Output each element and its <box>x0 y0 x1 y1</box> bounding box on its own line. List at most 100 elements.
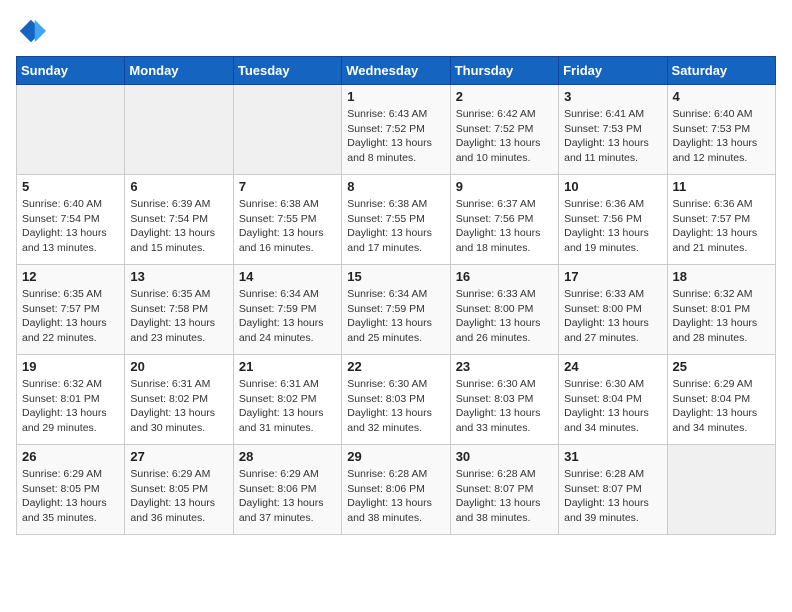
day-number: 12 <box>22 269 119 284</box>
calendar-cell <box>233 85 341 175</box>
calendar-cell: 26Sunrise: 6:29 AM Sunset: 8:05 PM Dayli… <box>17 445 125 535</box>
day-info: Sunrise: 6:32 AM Sunset: 8:01 PM Dayligh… <box>22 377 119 436</box>
day-info: Sunrise: 6:31 AM Sunset: 8:02 PM Dayligh… <box>130 377 227 436</box>
day-number: 2 <box>456 89 553 104</box>
calendar-cell <box>17 85 125 175</box>
day-info: Sunrise: 6:28 AM Sunset: 8:07 PM Dayligh… <box>564 467 661 526</box>
calendar-week-row: 1Sunrise: 6:43 AM Sunset: 7:52 PM Daylig… <box>17 85 776 175</box>
weekday-header-row: SundayMondayTuesdayWednesdayThursdayFrid… <box>17 57 776 85</box>
day-info: Sunrise: 6:29 AM Sunset: 8:04 PM Dayligh… <box>673 377 770 436</box>
calendar-week-row: 12 Sunrise: 6:35 AM Sunset: 7:57 PM Dayli… <box>17 265 776 355</box>
calendar-cell: 2 Sunrise: 6:42 AM Sunset: 7:52 PM Daylig… <box>450 85 558 175</box>
calendar-cell: 14Sunrise: 6:34 AM Sunset: 7:59 PM Dayli… <box>233 265 341 355</box>
day-number: 8 <box>347 179 444 194</box>
day-info: Sunrise: 6:30 AM Sunset: 8:04 PM Dayligh… <box>564 377 661 436</box>
day-number: 6 <box>130 179 227 194</box>
calendar-week-row: 26Sunrise: 6:29 AM Sunset: 8:05 PM Dayli… <box>17 445 776 535</box>
calendar-cell: 23Sunrise: 6:30 AM Sunset: 8:03 PM Dayli… <box>450 355 558 445</box>
calendar-week-row: 19 Sunrise: 6:32 AM Sunset: 8:01 PM Dayli… <box>17 355 776 445</box>
weekday-header: Friday <box>559 57 667 85</box>
day-info: Sunrise: 6:36 AM Sunset: 7:57 PM Dayligh… <box>673 197 770 256</box>
calendar-cell: 4Sunrise: 6:40 AM Sunset: 7:53 PM Daylig… <box>667 85 775 175</box>
day-info: Sunrise: 6:33 AM Sunset: 8:00 PM Dayligh… <box>564 287 661 346</box>
calendar-cell: 30 Sunrise: 6:28 AM Sunset: 8:07 PM Dayli… <box>450 445 558 535</box>
calendar-week-row: 5Sunrise: 6:40 AM Sunset: 7:54 PM Daylig… <box>17 175 776 265</box>
day-number: 9 <box>456 179 553 194</box>
calendar-cell: 24 Sunrise: 6:30 AM Sunset: 8:04 PM Dayli… <box>559 355 667 445</box>
day-number: 22 <box>347 359 444 374</box>
day-number: 4 <box>673 89 770 104</box>
day-number: 21 <box>239 359 336 374</box>
calendar-cell: 10 Sunrise: 6:36 AM Sunset: 7:56 PM Dayli… <box>559 175 667 265</box>
day-number: 19 <box>22 359 119 374</box>
calendar-cell: 13Sunrise: 6:35 AM Sunset: 7:58 PM Dayli… <box>125 265 233 355</box>
calendar-cell: 22 Sunrise: 6:30 AM Sunset: 8:03 PM Dayli… <box>342 355 450 445</box>
day-info: Sunrise: 6:36 AM Sunset: 7:56 PM Dayligh… <box>564 197 661 256</box>
calendar-cell: 28 Sunrise: 6:29 AM Sunset: 8:06 PM Dayli… <box>233 445 341 535</box>
day-number: 28 <box>239 449 336 464</box>
logo-icon <box>16 16 46 46</box>
calendar-cell: 11Sunrise: 6:36 AM Sunset: 7:57 PM Dayli… <box>667 175 775 265</box>
calendar-cell: 7 Sunrise: 6:38 AM Sunset: 7:55 PM Daylig… <box>233 175 341 265</box>
day-number: 17 <box>564 269 661 284</box>
page-header <box>16 16 776 46</box>
day-info: Sunrise: 6:34 AM Sunset: 7:59 PM Dayligh… <box>347 287 444 346</box>
calendar-cell: 1Sunrise: 6:43 AM Sunset: 7:52 PM Daylig… <box>342 85 450 175</box>
day-number: 25 <box>673 359 770 374</box>
day-info: Sunrise: 6:29 AM Sunset: 8:05 PM Dayligh… <box>130 467 227 526</box>
calendar-cell: 18Sunrise: 6:32 AM Sunset: 8:01 PM Dayli… <box>667 265 775 355</box>
weekday-header: Tuesday <box>233 57 341 85</box>
day-info: Sunrise: 6:38 AM Sunset: 7:55 PM Dayligh… <box>347 197 444 256</box>
day-number: 29 <box>347 449 444 464</box>
calendar-cell: 20 Sunrise: 6:31 AM Sunset: 8:02 PM Dayli… <box>125 355 233 445</box>
calendar-cell: 5Sunrise: 6:40 AM Sunset: 7:54 PM Daylig… <box>17 175 125 265</box>
day-number: 15 <box>347 269 444 284</box>
calendar-cell: 31 Sunrise: 6:28 AM Sunset: 8:07 PM Dayli… <box>559 445 667 535</box>
day-info: Sunrise: 6:38 AM Sunset: 7:55 PM Dayligh… <box>239 197 336 256</box>
day-info: Sunrise: 6:32 AM Sunset: 8:01 PM Dayligh… <box>673 287 770 346</box>
day-number: 10 <box>564 179 661 194</box>
weekday-header: Sunday <box>17 57 125 85</box>
calendar-table: SundayMondayTuesdayWednesdayThursdayFrid… <box>16 56 776 535</box>
day-number: 7 <box>239 179 336 194</box>
day-info: Sunrise: 6:31 AM Sunset: 8:02 PM Dayligh… <box>239 377 336 436</box>
calendar-cell: 15 Sunrise: 6:34 AM Sunset: 7:59 PM Dayli… <box>342 265 450 355</box>
day-info: Sunrise: 6:33 AM Sunset: 8:00 PM Dayligh… <box>456 287 553 346</box>
logo <box>16 16 50 46</box>
calendar-cell: 25 Sunrise: 6:29 AM Sunset: 8:04 PM Dayli… <box>667 355 775 445</box>
day-number: 31 <box>564 449 661 464</box>
day-info: Sunrise: 6:35 AM Sunset: 7:58 PM Dayligh… <box>130 287 227 346</box>
calendar-cell <box>667 445 775 535</box>
calendar-cell: 16 Sunrise: 6:33 AM Sunset: 8:00 PM Dayli… <box>450 265 558 355</box>
day-number: 30 <box>456 449 553 464</box>
weekday-header: Wednesday <box>342 57 450 85</box>
day-info: Sunrise: 6:28 AM Sunset: 8:06 PM Dayligh… <box>347 467 444 526</box>
day-number: 20 <box>130 359 227 374</box>
calendar-cell: 21 Sunrise: 6:31 AM Sunset: 8:02 PM Dayli… <box>233 355 341 445</box>
day-info: Sunrise: 6:29 AM Sunset: 8:05 PM Dayligh… <box>22 467 119 526</box>
calendar-cell: 6Sunrise: 6:39 AM Sunset: 7:54 PM Daylig… <box>125 175 233 265</box>
calendar-cell: 29 Sunrise: 6:28 AM Sunset: 8:06 PM Dayli… <box>342 445 450 535</box>
day-info: Sunrise: 6:37 AM Sunset: 7:56 PM Dayligh… <box>456 197 553 256</box>
calendar-cell: 12 Sunrise: 6:35 AM Sunset: 7:57 PM Dayli… <box>17 265 125 355</box>
day-info: Sunrise: 6:28 AM Sunset: 8:07 PM Dayligh… <box>456 467 553 526</box>
calendar-cell: 9 Sunrise: 6:37 AM Sunset: 7:56 PM Daylig… <box>450 175 558 265</box>
day-number: 1 <box>347 89 444 104</box>
weekday-header: Monday <box>125 57 233 85</box>
calendar-cell: 8 Sunrise: 6:38 AM Sunset: 7:55 PM Daylig… <box>342 175 450 265</box>
day-info: Sunrise: 6:35 AM Sunset: 7:57 PM Dayligh… <box>22 287 119 346</box>
calendar-cell: 27 Sunrise: 6:29 AM Sunset: 8:05 PM Dayli… <box>125 445 233 535</box>
day-info: Sunrise: 6:42 AM Sunset: 7:52 PM Dayligh… <box>456 107 553 166</box>
weekday-header: Saturday <box>667 57 775 85</box>
day-info: Sunrise: 6:40 AM Sunset: 7:54 PM Dayligh… <box>22 197 119 256</box>
calendar-cell: 17 Sunrise: 6:33 AM Sunset: 8:00 PM Dayli… <box>559 265 667 355</box>
day-info: Sunrise: 6:30 AM Sunset: 8:03 PM Dayligh… <box>347 377 444 436</box>
day-info: Sunrise: 6:29 AM Sunset: 8:06 PM Dayligh… <box>239 467 336 526</box>
day-number: 16 <box>456 269 553 284</box>
day-info: Sunrise: 6:34 AM Sunset: 7:59 PM Dayligh… <box>239 287 336 346</box>
day-number: 27 <box>130 449 227 464</box>
day-info: Sunrise: 6:41 AM Sunset: 7:53 PM Dayligh… <box>564 107 661 166</box>
day-number: 24 <box>564 359 661 374</box>
calendar-cell: 3Sunrise: 6:41 AM Sunset: 7:53 PM Daylig… <box>559 85 667 175</box>
calendar-cell <box>125 85 233 175</box>
